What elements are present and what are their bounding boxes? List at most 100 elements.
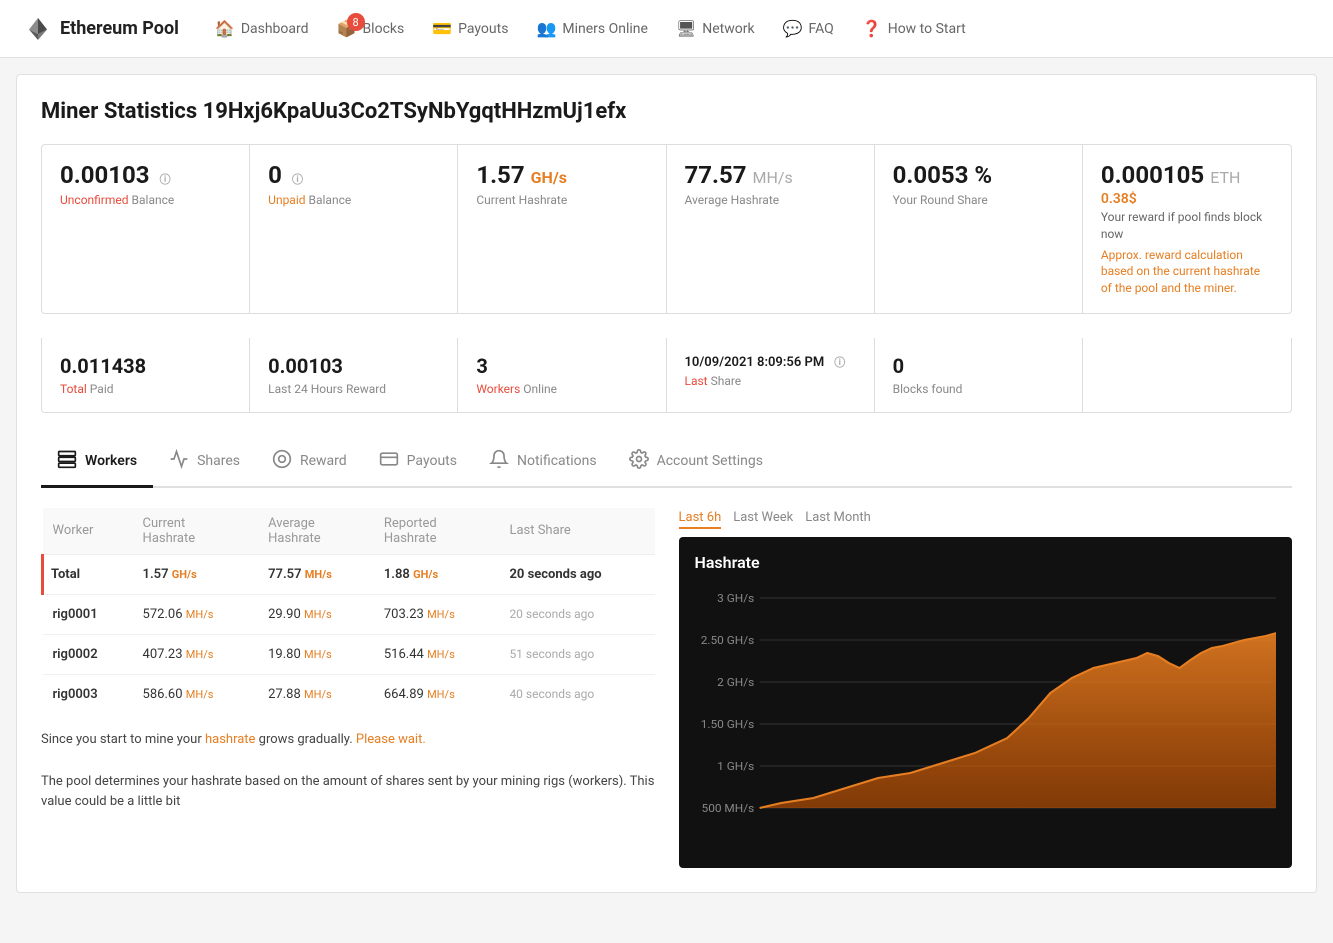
nav-miners[interactable]: 👥 Miners Online: [524, 11, 659, 46]
col-last-share: Last Share: [499, 508, 654, 555]
notifications-tab-icon: [489, 449, 509, 473]
nav-faq[interactable]: 💬 FAQ: [771, 11, 846, 46]
stat-reward: 0.000105 ETH 0.38$ Your reward if pool f…: [1083, 145, 1291, 313]
rig0001-current: 572.06 MH/s: [133, 594, 259, 634]
total-paid-value: 0.011438: [60, 354, 146, 378]
reward-unit: ETH: [1210, 168, 1240, 187]
current-hashrate-unit: GH/s: [531, 168, 567, 187]
last24h-label: Last 24 Hours Reward: [268, 382, 386, 396]
average-hashrate-value: 77.57: [685, 161, 747, 189]
note-1: Since you start to mine your hashrate gr…: [41, 730, 655, 751]
tab-notifications[interactable]: Notifications: [473, 437, 613, 488]
nav-blocks[interactable]: 📦 Blocks 8: [325, 11, 417, 46]
stat-workers-online: 3 Workers Online: [458, 338, 666, 412]
nav-howto-label: How to Start: [888, 21, 966, 37]
rig0002-reported: 516.44 MH/s: [374, 634, 500, 674]
tab-shares[interactable]: Shares: [153, 437, 256, 488]
average-hashrate-unit: MH/s: [753, 168, 793, 187]
rig0003-lastshare: 40 seconds ago: [499, 674, 654, 714]
rig0001-name: rig0001: [43, 594, 133, 634]
time-tab-week[interactable]: Last Week: [733, 508, 793, 529]
network-icon: 🖥: [676, 19, 696, 38]
note-2: The pool determines your hashrate based …: [41, 772, 655, 814]
unpaid-balance-value: 0: [268, 161, 282, 189]
stats-row1: 0.00103 ⓘ Unconfirmed Balance 0 ⓘ Unpaid…: [41, 144, 1292, 314]
workers-panel: Worker CurrentHashrate AverageHashrate R…: [41, 508, 655, 868]
reward-value: 0.000105: [1101, 161, 1204, 189]
stat-blocks-found: 0 Blocks found: [875, 338, 1083, 412]
nav-network-label: Network: [702, 21, 754, 37]
svg-text:1.50 GH/s: 1.50 GH/s: [700, 717, 754, 730]
stats-row2: 0.011438 Total Paid 0.00103 Last 24 Hour…: [41, 338, 1292, 413]
table-header-row: Worker CurrentHashrate AverageHashrate R…: [43, 508, 655, 555]
blocks-badge: 8: [347, 13, 365, 31]
col-worker: Worker: [43, 508, 133, 555]
app-title: Ethereum Pool: [60, 18, 179, 39]
rig0001-reported: 703.23 MH/s: [374, 594, 500, 634]
nav-payouts-label: Payouts: [458, 21, 508, 37]
miners-icon: 👥: [536, 19, 556, 38]
main-content: Miner Statistics 19Hxj6KpaUu3Co2TSyNbYgq…: [16, 74, 1317, 893]
rig0003-current: 586.60 MH/s: [133, 674, 259, 714]
please-wait-link[interactable]: Please wait.: [356, 732, 426, 747]
unpaid-label-plain: Balance: [309, 193, 352, 207]
tab-account-settings-label: Account Settings: [657, 453, 763, 469]
total-average: 77.57 MH/s: [258, 554, 374, 594]
stat-round-share: 0.0053 % Your Round Share: [875, 145, 1083, 313]
total-reported: 1.88 GH/s: [374, 554, 500, 594]
last-share-info-icon[interactable]: ⓘ: [834, 354, 845, 370]
hashrate-link[interactable]: hashrate: [205, 732, 255, 747]
nav-miners-label: Miners Online: [562, 21, 648, 37]
nav-payouts[interactable]: 💳 Payouts: [420, 11, 520, 46]
payouts-icon: 💳: [432, 19, 452, 38]
workers-plain: Online: [523, 382, 557, 396]
rig0003-reported: 664.89 MH/s: [374, 674, 500, 714]
chart-title: Hashrate: [695, 553, 1277, 572]
stat-empty: [1083, 338, 1291, 412]
account-settings-tab-icon: [629, 449, 649, 473]
stat-total-paid: 0.011438 Total Paid: [42, 338, 250, 412]
nav-howto[interactable]: ❓ How to Start: [850, 11, 978, 46]
tab-notifications-label: Notifications: [517, 453, 597, 469]
stat-unconfirmed-balance: 0.00103 ⓘ Unconfirmed Balance: [42, 145, 250, 313]
workers-tab-icon: [57, 449, 77, 473]
unpaid-balance-info-icon[interactable]: ⓘ: [292, 171, 303, 187]
nav-dashboard[interactable]: 🏠 Dashboard: [203, 11, 321, 46]
total-paid-plain: Paid: [90, 382, 114, 396]
reward-tab-icon: [272, 449, 292, 473]
total-paid-highlight: Total: [60, 382, 87, 396]
tab-workers[interactable]: Workers: [41, 437, 153, 488]
tab-reward-label: Reward: [300, 453, 347, 469]
workers-highlight: Workers: [476, 382, 520, 396]
last-share-plain: Share: [711, 374, 742, 388]
stat-average-hashrate: 77.57 MH/s Average Hashrate: [667, 145, 875, 313]
page-title: Miner Statistics 19Hxj6KpaUu3Co2TSyNbYgq…: [41, 99, 1292, 124]
tab-account-settings[interactable]: Account Settings: [613, 437, 779, 488]
svg-text:1 GH/s: 1 GH/s: [717, 759, 754, 772]
hashrate-chart: Hashrate 3 GH/s 2.50 GH/s 2 GH/s 1.50 GH…: [679, 537, 1293, 868]
unconfirmed-balance-info-icon[interactable]: ⓘ: [160, 171, 171, 187]
chart-panel: Last 6h Last Week Last Month Hashrate 3 …: [679, 508, 1293, 868]
current-hashrate-label: Current Hashrate: [476, 193, 647, 207]
col-average-hashrate: AverageHashrate: [258, 508, 374, 555]
tab-workers-label: Workers: [85, 453, 137, 469]
last-share-highlight: Last: [685, 374, 708, 388]
rig0002-average: 19.80 MH/s: [258, 634, 374, 674]
nav-dashboard-label: Dashboard: [241, 21, 309, 37]
unconfirmed-label-plain: Balance: [132, 193, 175, 207]
tab-reward[interactable]: Reward: [256, 437, 363, 488]
svg-text:2.50 GH/s: 2.50 GH/s: [700, 633, 754, 646]
content-area: Worker CurrentHashrate AverageHashrate R…: [41, 508, 1292, 868]
tab-payouts-label: Payouts: [407, 453, 457, 469]
time-tab-month[interactable]: Last Month: [805, 508, 871, 529]
notes-area: Since you start to mine your hashrate gr…: [41, 730, 655, 813]
time-tab-6h[interactable]: Last 6h: [679, 508, 722, 529]
faq-icon: 💬: [783, 19, 803, 38]
stat-current-hashrate: 1.57 GH/s Current Hashrate: [458, 145, 666, 313]
last24h-value: 0.00103: [268, 354, 343, 378]
stat-unpaid-balance: 0 ⓘ Unpaid Balance: [250, 145, 458, 313]
dashboard-icon: 🏠: [215, 19, 235, 38]
nav-network[interactable]: 🖥 Network: [664, 11, 767, 46]
tab-payouts[interactable]: Payouts: [363, 437, 473, 488]
blocks-found-value: 0: [893, 354, 904, 378]
